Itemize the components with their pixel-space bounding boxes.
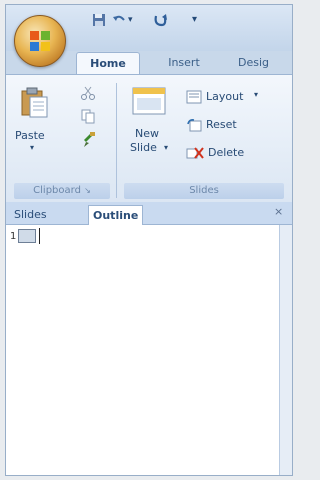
undo-icon[interactable]: [112, 13, 126, 30]
slide-icon[interactable]: [18, 229, 36, 243]
copy-icon[interactable]: [80, 108, 96, 124]
delete-label: Delete: [208, 146, 245, 159]
office-logo-icon: [30, 31, 50, 51]
title-bar: ▾ ▾: [6, 5, 292, 67]
new-slide-label-line2: Slide: [130, 141, 157, 154]
clipboard-group-text: Clipboard: [33, 185, 81, 196]
reset-button[interactable]: Reset: [186, 117, 276, 135]
reset-icon: [187, 119, 202, 132]
reset-label: Reset: [206, 118, 237, 131]
paste-label: Paste: [15, 129, 45, 142]
delete-icon: [186, 147, 204, 159]
office-button[interactable]: [14, 15, 66, 67]
layout-label: Layout: [206, 90, 244, 103]
ribbon: Paste ▾ Clipboard ↘ New Slide ▾ Layout ▾…: [6, 74, 292, 204]
new-slide-icon: [132, 87, 166, 115]
tab-design[interactable]: Desig: [238, 52, 292, 74]
tab-slides[interactable]: Slides: [10, 205, 51, 224]
clipboard-group-label: Clipboard ↘: [14, 183, 110, 199]
slide-number: 1: [10, 231, 17, 242]
pane-tabs: Slides Outline ×: [6, 202, 292, 225]
paste-dropdown-icon: ▾: [30, 143, 35, 152]
format-painter-icon[interactable]: [81, 131, 97, 149]
powerpoint-window: ▾ ▾ Home Insert Desig Paste ▾ Clipboard …: [5, 4, 293, 476]
delete-button[interactable]: Delete: [186, 145, 276, 163]
new-slide-button[interactable]: New Slide ▾: [124, 81, 176, 173]
undo-dropdown-icon[interactable]: ▾: [128, 15, 133, 25]
text-cursor: [39, 228, 40, 244]
paste-icon: [21, 87, 48, 118]
layout-icon: [186, 90, 202, 104]
group-separator: [116, 83, 117, 198]
close-pane-icon[interactable]: ×: [274, 205, 283, 218]
save-icon[interactable]: [92, 13, 106, 30]
customize-qat-icon[interactable]: ▾: [192, 14, 197, 25]
paste-button[interactable]: Paste ▾: [12, 79, 56, 159]
redo-icon[interactable]: [152, 13, 168, 32]
vertical-scrollbar[interactable]: [279, 225, 292, 475]
slides-group-label: Slides: [124, 183, 284, 199]
new-slide-label-line1: New: [135, 127, 159, 140]
tab-outline[interactable]: Outline: [88, 205, 144, 225]
tab-home[interactable]: Home: [76, 52, 140, 75]
outline-pane[interactable]: 1: [6, 225, 279, 475]
tab-insert[interactable]: Insert: [156, 52, 212, 74]
cut-icon[interactable]: [80, 85, 96, 101]
dialog-launcher-icon[interactable]: ↘: [84, 186, 91, 195]
layout-dropdown-icon: ▾: [254, 90, 259, 99]
layout-button[interactable]: Layout ▾: [186, 89, 286, 107]
new-slide-dropdown-icon: ▾: [164, 143, 169, 152]
